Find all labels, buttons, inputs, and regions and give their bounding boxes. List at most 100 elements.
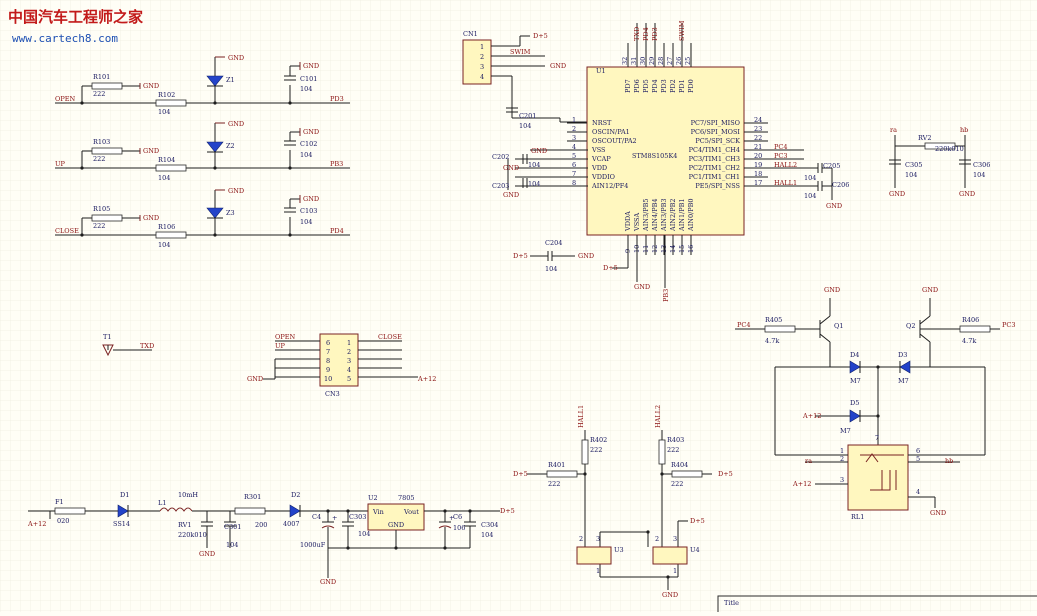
gnd-label-r101: GND (143, 82, 159, 90)
net-label-hall-d5-u4: D+5 (690, 517, 705, 525)
mcu-bottom-pin-name: AIN1/PB1 (678, 198, 686, 232)
net-label-cn3-close: CLOSE (378, 333, 402, 341)
mcu-left-pin-number: 2 (572, 125, 576, 133)
value-c306: 104 (973, 171, 985, 179)
mcu-bottom-pin-number: 14 (669, 245, 677, 253)
net-label-cn3-up: UP (275, 342, 285, 350)
cn1-pin-2: 2 (480, 53, 484, 61)
mcu-top-net-label: PD3 (651, 27, 659, 41)
net-label-pb3: PB3 (330, 160, 343, 168)
ref-cn3: CN3 (325, 390, 340, 398)
u2-gnd: GND (388, 521, 404, 529)
ref-c205: C205 (823, 162, 840, 170)
mcu-bottom-pin-number: 16 (687, 245, 695, 253)
ref-d2: D2 (291, 491, 300, 499)
net-label-cn1-gnd: GND (550, 62, 566, 70)
rl1-pin-4: 4 (916, 488, 920, 496)
mcu-right-pin-name: PC3/TIM1_CH3 (689, 155, 740, 163)
cn3-pin-9: 9 (326, 366, 330, 374)
net-label-c204-d5: D+5 (513, 252, 528, 260)
value-r405: 4.7k (765, 337, 779, 345)
ref-d5: D5 (850, 399, 859, 407)
mcu-top-pin-name: PD5 (642, 79, 650, 93)
net-label-open: OPEN (55, 95, 75, 103)
mcu-top-net-label: SWIM (678, 20, 686, 41)
value-c102: 104 (300, 151, 312, 159)
c6-plus: + (449, 514, 454, 522)
value-r301: 200 (255, 521, 267, 529)
mcu-right-pin-name: PC2/TIM1_CH2 (689, 164, 740, 172)
net-label-relay-a12-top: A+12 (802, 412, 821, 420)
u4-pin-2: 2 (655, 535, 659, 543)
u2-vout: Vout (403, 508, 419, 516)
ref-c303: C303 (349, 513, 366, 521)
mcu-top-net-label: TXD (633, 27, 641, 41)
mcu-top-pin-number: 26 (675, 57, 683, 65)
ref-c206: C206 (832, 181, 849, 189)
value-r106: 104 (158, 241, 170, 249)
mcu-top-pin-name: PD6 (633, 79, 641, 93)
gnd-label-q1: GND (824, 286, 840, 294)
ref-q1: Q1 (834, 322, 843, 330)
net-label-up: UP (55, 160, 65, 168)
mcu-bottom-pin-name: AIN3/PB3 (660, 198, 668, 232)
value-c304: 104 (481, 531, 493, 539)
ref-u3: U3 (614, 546, 624, 554)
net-label-relay-hb: hb (945, 457, 953, 465)
ref-r401: R401 (548, 461, 565, 469)
net-label-pd4: PD4 (330, 227, 344, 235)
cn3-pin-8: 8 (326, 357, 330, 365)
mcu-top-pin-number: 31 (630, 57, 638, 65)
mcu-right-pin-name: PC1/TIM1_CH1 (689, 173, 740, 181)
value-c203: 104 (528, 180, 540, 188)
mcu-right-pin-name: PE5/SPI_NSS (695, 182, 740, 190)
net-label-cn3-a12: A+12 (417, 375, 436, 383)
net-label-hall2: HALL2 (654, 405, 662, 428)
gnd-label-c101: GND (303, 62, 319, 70)
value-r103: 222 (93, 155, 105, 163)
ref-r105: R105 (93, 205, 110, 213)
net-label-relay-pc3: PC3 (1002, 321, 1015, 329)
value-r102: 104 (158, 108, 170, 116)
value-d3: M7 (898, 377, 909, 385)
value-d2: 4007 (283, 520, 300, 528)
mcu-right-pin-number: 21 (754, 143, 762, 151)
gnd-label-q2: GND (922, 286, 938, 294)
value-d1: SS14 (113, 520, 130, 528)
ref-r102: R102 (158, 91, 175, 99)
value-c201: 104 (519, 122, 531, 130)
ref-d1: D1 (120, 491, 129, 499)
mcu-left-pin-name: VDDIO (591, 173, 615, 181)
ref-c306: C306 (973, 161, 990, 169)
ref-d4: D4 (850, 351, 859, 359)
value-r401: 222 (548, 480, 560, 488)
title-block-label: Title (724, 599, 739, 607)
value-l1: 10mH (178, 491, 198, 499)
cn1-pin-3: 3 (480, 63, 484, 71)
gnd-label-relay: GND (930, 509, 946, 517)
ref-z3: Z3 (226, 209, 235, 217)
net-label-txd: TXD (140, 342, 154, 350)
cn3-pin-3: 3 (347, 357, 351, 365)
net-label-power-a12: A+12 (27, 520, 46, 528)
gnd-label-z1: GND (228, 54, 244, 62)
ref-c202: C202 (492, 153, 509, 161)
net-label-rv2-ra: ra (890, 126, 897, 134)
value-d4: M7 (850, 377, 861, 385)
u3-pin-1: 1 (596, 567, 600, 575)
value-r105: 222 (93, 222, 105, 230)
gnd-label-mcu-vss: GND (531, 147, 547, 155)
mcu-top-pin-number: 30 (639, 57, 647, 65)
gnd-label-z3: GND (228, 187, 244, 195)
mcu-ref: U1 (596, 67, 606, 75)
ref-c101: C101 (300, 75, 317, 83)
ref-u4: U4 (690, 546, 700, 554)
schematic-sheet: 中国汽车工程师之家 www.cartech8.com OPEN R101 222… (0, 0, 1037, 614)
net-label-relay-ra: ra (805, 457, 812, 465)
ref-t1: T1 (103, 333, 111, 341)
u2-vin: Vin (372, 508, 384, 516)
schematic-drawing: 中国汽车工程师之家 www.cartech8.com OPEN R101 222… (0, 0, 1037, 614)
mcu-top-pin-number: 29 (648, 57, 656, 65)
net-label-rv2-hb: hb (960, 126, 968, 134)
rl1-pin-2: 2 (840, 455, 844, 463)
